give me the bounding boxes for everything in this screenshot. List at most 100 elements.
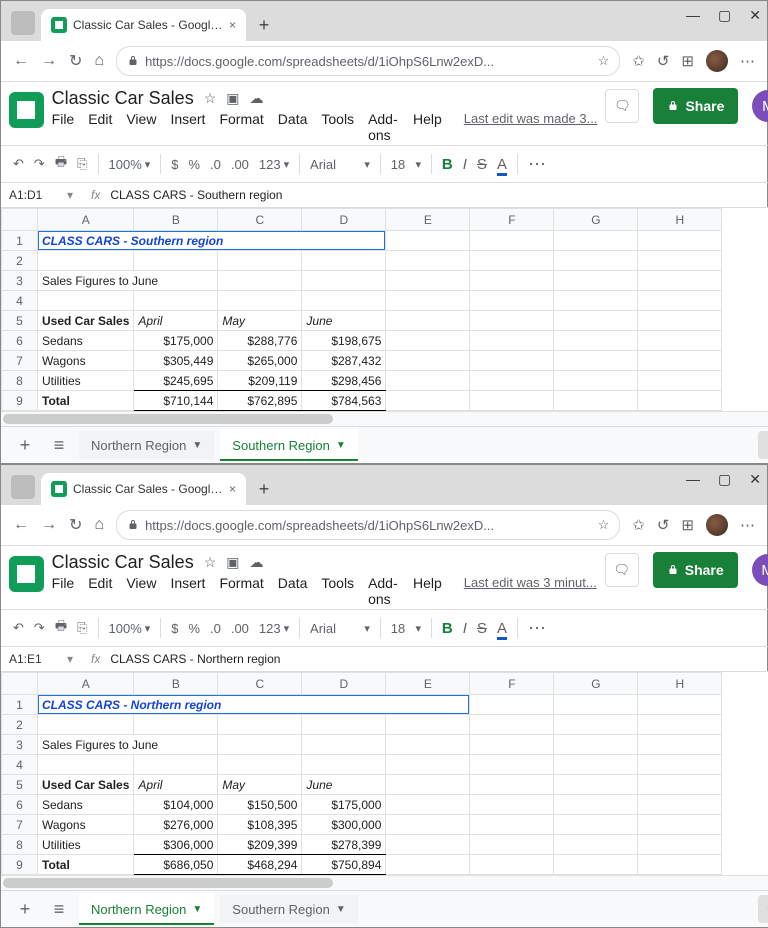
favorites-icon[interactable]: ✩ xyxy=(632,52,645,70)
toolbar-more-button[interactable]: ⋯ xyxy=(528,154,548,175)
italic-button[interactable]: I xyxy=(463,156,467,173)
favorites-icon[interactable]: ✩ xyxy=(632,516,645,534)
menu-file[interactable]: File xyxy=(52,575,75,607)
col-header-G[interactable]: G xyxy=(554,673,638,695)
menu-data[interactable]: Data xyxy=(278,575,308,607)
col-header-E[interactable]: E xyxy=(386,209,470,231)
name-box[interactable]: A1:E1 xyxy=(1,652,67,666)
maximize-button[interactable]: ▢ xyxy=(718,7,731,24)
explore-button[interactable]: ✦ xyxy=(758,431,768,459)
undo-button[interactable]: ↶ xyxy=(13,620,24,636)
account-avatar[interactable]: M xyxy=(752,554,768,586)
menu-edit[interactable]: Edit xyxy=(88,111,112,143)
sheet-tab[interactable]: Northern Region▼ xyxy=(79,431,214,459)
menu-format[interactable]: Format xyxy=(219,111,263,143)
col-header-F[interactable]: F xyxy=(470,209,554,231)
close-window-button[interactable]: ✕ xyxy=(749,7,761,24)
explore-button[interactable]: ✦ xyxy=(758,895,768,923)
col-header-H[interactable]: H xyxy=(638,209,722,231)
sheet-tab-dropdown-icon[interactable]: ▼ xyxy=(192,904,202,915)
percent-button[interactable]: % xyxy=(188,157,200,172)
add-sheet-button[interactable]: + xyxy=(11,435,39,456)
menu-format[interactable]: Format xyxy=(219,575,263,607)
undo-button[interactable]: ↶ xyxy=(13,156,24,172)
currency-button[interactable]: $ xyxy=(171,621,178,636)
share-button[interactable]: Share xyxy=(653,88,738,124)
last-edit-link[interactable]: Last edit was 3 minut... xyxy=(464,575,597,607)
browser-tab[interactable]: Classic Car Sales - Google Sheets× xyxy=(41,9,246,41)
menu-help[interactable]: Help xyxy=(413,111,442,143)
paint-format-button[interactable]: ⎘ xyxy=(77,156,87,172)
reader-icon[interactable]: ☆ xyxy=(598,53,610,69)
row-header-1[interactable]: 1 xyxy=(2,231,38,251)
menu-add-ons[interactable]: Add-ons xyxy=(368,575,399,607)
bold-button[interactable]: B xyxy=(442,620,453,637)
minimize-button[interactable]: — xyxy=(686,471,700,488)
name-box-dropdown-icon[interactable]: ▾ xyxy=(67,188,73,202)
font-size-dropdown[interactable]: 18 ▾ xyxy=(391,621,421,636)
sheet-tab-dropdown-icon[interactable]: ▼ xyxy=(192,440,202,451)
home-button[interactable]: ⌂ xyxy=(94,516,104,534)
document-title[interactable]: Classic Car Sales xyxy=(52,552,194,573)
last-edit-link[interactable]: Last edit was made 3... xyxy=(464,111,598,143)
col-header-C[interactable]: C xyxy=(218,209,302,231)
menu-file[interactable]: File xyxy=(52,111,75,143)
strikethrough-button[interactable]: S xyxy=(477,156,487,173)
name-box[interactable]: A1:D1 xyxy=(1,188,67,202)
all-sheets-button[interactable]: ≡ xyxy=(45,435,73,456)
account-avatar[interactable]: M xyxy=(752,90,768,122)
toolbar-more-button[interactable]: ⋯ xyxy=(528,618,548,639)
sheet-tab-dropdown-icon[interactable]: ▼ xyxy=(336,440,346,451)
sheet-tab[interactable]: Southern Region▼ xyxy=(220,895,357,923)
col-header-D[interactable]: D xyxy=(302,209,386,231)
new-tab-button[interactable]: + xyxy=(250,475,278,503)
reader-icon[interactable]: ☆ xyxy=(598,517,610,533)
col-header-A[interactable]: A xyxy=(38,209,134,231)
font-size-dropdown[interactable]: 18 ▾ xyxy=(391,157,421,172)
spreadsheet-grid[interactable]: ABCDEFGH1CLASS CARS - Southern region23S… xyxy=(1,208,768,411)
address-bar[interactable]: https://docs.google.com/spreadsheets/d/1… xyxy=(116,46,620,76)
more-formats-dropdown[interactable]: 123 ▾ xyxy=(259,157,289,172)
collections-icon[interactable]: ⊞ xyxy=(681,516,694,534)
col-header-B[interactable]: B xyxy=(134,673,218,695)
zoom-dropdown[interactable]: 100% ▾ xyxy=(109,157,151,172)
text-color-button[interactable]: A xyxy=(497,156,507,173)
comments-button[interactable]: 🗨 xyxy=(605,89,639,123)
row-header-1[interactable]: 1 xyxy=(2,695,38,715)
col-header-A[interactable]: A xyxy=(38,673,134,695)
col-header-F[interactable]: F xyxy=(470,673,554,695)
overflow-icon[interactable]: ⋯ xyxy=(740,52,755,70)
move-icon[interactable]: ▣ xyxy=(226,554,239,571)
formula-value[interactable]: CLASS CARS - Southern region xyxy=(110,188,282,202)
more-formats-dropdown[interactable]: 123 ▾ xyxy=(259,621,289,636)
increase-decimal-button[interactable]: .00 xyxy=(231,621,249,636)
overflow-icon[interactable]: ⋯ xyxy=(740,516,755,534)
profile-avatar[interactable] xyxy=(706,514,728,536)
text-color-button[interactable]: A xyxy=(497,620,507,637)
print-button[interactable]: 🖶 xyxy=(55,617,67,639)
close-tab-icon[interactable]: × xyxy=(229,18,236,32)
tab-list-button[interactable] xyxy=(11,475,35,499)
reload-button[interactable]: ↻ xyxy=(69,51,82,71)
col-header-D[interactable]: D xyxy=(302,673,386,695)
document-title[interactable]: Classic Car Sales xyxy=(52,88,194,109)
paint-format-button[interactable]: ⎘ xyxy=(77,620,87,636)
percent-button[interactable]: % xyxy=(188,621,200,636)
close-window-button[interactable]: ✕ xyxy=(749,471,761,488)
decrease-decimal-button[interactable]: .0 xyxy=(210,621,221,636)
menu-view[interactable]: View xyxy=(126,575,156,607)
all-sheets-button[interactable]: ≡ xyxy=(45,899,73,920)
menu-add-ons[interactable]: Add-ons xyxy=(368,111,399,143)
forward-button[interactable]: → xyxy=(41,52,57,70)
browser-tab[interactable]: Classic Car Sales - Google Sheets× xyxy=(41,473,246,505)
back-button[interactable]: ← xyxy=(13,516,29,534)
font-dropdown[interactable]: Arial ▾ xyxy=(310,157,370,172)
sheet-tab[interactable]: Southern Region▼ xyxy=(220,429,357,461)
print-button[interactable]: 🖶 xyxy=(55,153,67,175)
minimize-button[interactable]: — xyxy=(686,7,700,24)
bold-button[interactable]: B xyxy=(442,156,453,173)
italic-button[interactable]: I xyxy=(463,620,467,637)
sheet-tab[interactable]: Northern Region▼ xyxy=(79,893,214,925)
home-button[interactable]: ⌂ xyxy=(94,52,104,70)
cloud-icon[interactable]: ☁ xyxy=(250,90,264,107)
